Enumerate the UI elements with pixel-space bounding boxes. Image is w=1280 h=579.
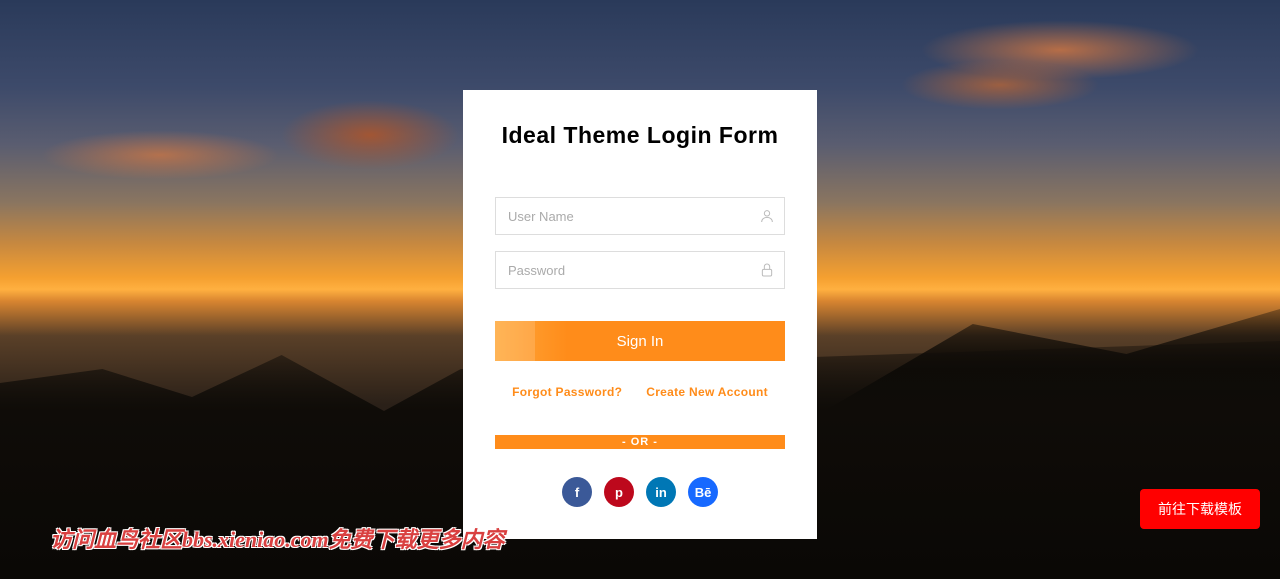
or-divider: - OR -	[495, 435, 785, 449]
pinterest-icon: p	[615, 485, 623, 500]
create-account-link[interactable]: Create New Account	[646, 385, 768, 399]
linkedin-button[interactable]: in	[646, 477, 676, 507]
password-input[interactable]	[495, 251, 785, 289]
secondary-links: Forgot Password? Create New Account	[495, 385, 785, 399]
password-field-wrap	[495, 251, 785, 289]
username-field-wrap	[495, 197, 785, 235]
login-form-card: Ideal Theme Login Form Sign In Forgot Pa…	[463, 90, 817, 539]
form-title: Ideal Theme Login Form	[502, 122, 779, 149]
user-icon	[759, 208, 775, 224]
watermark-text: 访问血鸟社区bbs.xieniao.com免费下载更多内容	[50, 522, 505, 554]
signin-button[interactable]: Sign In	[495, 321, 785, 361]
behance-button[interactable]: Bē	[688, 477, 718, 507]
pinterest-button[interactable]: p	[604, 477, 634, 507]
forgot-password-link[interactable]: Forgot Password?	[512, 385, 622, 399]
linkedin-icon: in	[655, 485, 667, 500]
social-buttons-row: f p in Bē	[562, 477, 718, 507]
download-template-button[interactable]: 前往下载模板	[1140, 489, 1260, 529]
facebook-button[interactable]: f	[562, 477, 592, 507]
behance-icon: Bē	[695, 485, 712, 500]
lock-icon	[759, 262, 775, 278]
facebook-icon: f	[575, 485, 579, 500]
username-input[interactable]	[495, 197, 785, 235]
